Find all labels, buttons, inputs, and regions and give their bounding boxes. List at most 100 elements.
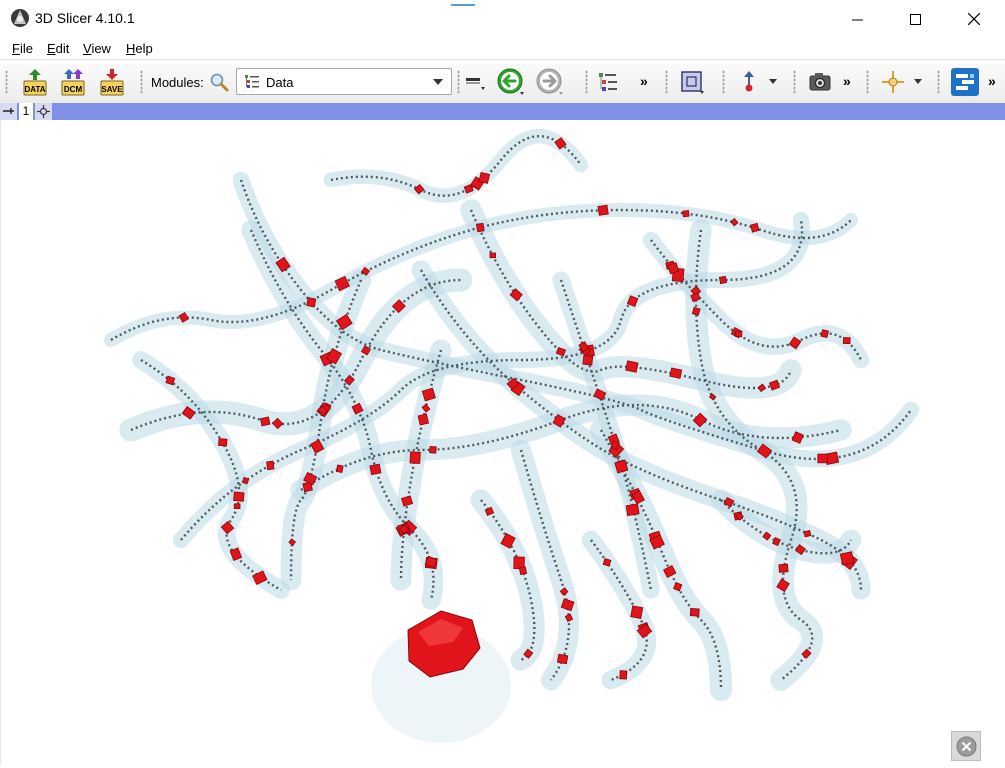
bifurcation-marker <box>218 438 228 447</box>
toolbar-overflow-chevron[interactable]: » <box>988 73 996 89</box>
toolbar-grip[interactable] <box>665 70 668 94</box>
bifurcation-marker <box>602 558 612 567</box>
menu-file[interactable]: File <box>12 41 33 56</box>
bifurcation-marker <box>803 530 812 538</box>
bifurcation-marker <box>233 491 245 502</box>
back-arrow-icon <box>497 68 524 95</box>
mouse-mode-button[interactable] <box>736 69 762 95</box>
toolbar-overflow-chevron[interactable]: » <box>843 73 851 89</box>
menu-view-rest: iew <box>91 41 111 56</box>
toolbar-grip[interactable] <box>793 70 796 94</box>
bifurcation-marker <box>306 297 317 308</box>
data-module-icon <box>245 75 259 88</box>
bifurcation-marker <box>475 222 485 233</box>
bifurcation-marker <box>842 337 851 345</box>
view-options-button[interactable] <box>35 103 52 120</box>
toolbar-overflow-chevron[interactable]: » <box>640 73 648 89</box>
bifurcation-marker <box>820 329 829 339</box>
pin-button[interactable] <box>0 103 17 120</box>
bifurcation-marker <box>669 367 683 379</box>
menu-file-mnemonic: F <box>12 41 20 56</box>
menu-view[interactable]: View <box>83 41 111 56</box>
module-search-button[interactable] <box>208 71 230 93</box>
bifurcation-marker <box>734 330 743 338</box>
save-button[interactable]: SAVE <box>97 67 127 97</box>
layout-icon <box>681 71 704 94</box>
close-window-button[interactable] <box>945 0 1003 38</box>
load-data-label: DATA <box>24 85 45 94</box>
menu-file-rest: ile <box>19 41 33 56</box>
load-dicom-label: DCM <box>64 85 83 94</box>
menu-help-mnemonic: H <box>126 41 136 56</box>
extension-manager-button[interactable] <box>949 66 981 98</box>
menu-help-rest: elp <box>135 41 153 56</box>
bifurcation-marker <box>335 464 344 474</box>
data-probe-button[interactable] <box>596 70 620 94</box>
menu-edit[interactable]: Edit <box>47 41 69 56</box>
hierarchy-list-icon <box>599 73 617 91</box>
bifurcation-marker <box>266 460 275 471</box>
chevron-down-icon <box>433 79 443 85</box>
vessel-surface <box>642 231 870 369</box>
view-number: 1 <box>19 103 33 120</box>
screen-capture-button[interactable] <box>806 69 834 95</box>
save-icon: SAVE <box>100 69 124 96</box>
large-bifurcation-marker <box>371 610 511 743</box>
close-icon <box>968 13 980 25</box>
vessel-surface <box>470 489 545 671</box>
toolbar-grip[interactable] <box>585 70 588 94</box>
crosshair-button[interactable] <box>879 68 907 96</box>
toolbar-grip[interactable] <box>140 70 143 94</box>
bifurcation-marker <box>689 607 700 617</box>
camera-icon <box>809 73 831 91</box>
load-data-icon: DATA <box>23 69 47 96</box>
previous-module-button[interactable] <box>496 67 526 97</box>
vessel-surface <box>323 129 589 203</box>
toolbar-grip[interactable] <box>722 70 725 94</box>
bifurcation-marker <box>691 306 701 316</box>
bifurcation-marker <box>718 275 727 285</box>
toolbar-grip[interactable] <box>937 70 940 94</box>
toolbar-grip[interactable] <box>457 70 460 94</box>
title-grip <box>451 4 475 6</box>
load-data-button[interactable]: DATA <box>20 67 50 97</box>
bifurcation-marker <box>518 566 528 576</box>
chevron-down-icon[interactable] <box>914 79 922 84</box>
bifurcation-marker <box>619 670 628 680</box>
view-controller-bar: 1 <box>0 103 1005 120</box>
bifurcation-marker <box>630 605 644 619</box>
load-dicom-button[interactable]: DCM <box>58 67 88 97</box>
modules-label: Modules: <box>151 75 204 90</box>
bifurcation-marker <box>489 252 496 259</box>
maximize-icon <box>909 13 921 25</box>
menu-edit-mnemonic: E <box>47 41 56 56</box>
next-module-button[interactable] <box>535 67 565 97</box>
title-bar: 3D Slicer 4.10.1 <box>0 0 1005 38</box>
close-overlay-button[interactable] <box>951 731 981 761</box>
bifurcation-marker <box>233 503 241 509</box>
minimize-button[interactable] <box>828 0 886 38</box>
search-icon <box>210 73 229 92</box>
slicer-logo-icon <box>11 9 29 27</box>
module-history-button[interactable] <box>463 71 487 93</box>
bifurcation-marker <box>778 563 789 573</box>
bifurcation-marker <box>409 451 421 464</box>
close-circle-icon <box>956 736 977 757</box>
vessel-tree-render[interactable] <box>1 120 1005 765</box>
layout-button[interactable] <box>677 68 707 96</box>
selected-module: Data <box>266 75 294 90</box>
save-label: SAVE <box>101 85 123 94</box>
3d-view[interactable] <box>0 120 1005 765</box>
bifurcation-marker <box>682 210 690 218</box>
menu-help[interactable]: Help <box>126 41 153 56</box>
module-selector[interactable]: Data <box>236 68 452 95</box>
minimize-icon <box>851 19 863 20</box>
maximize-button[interactable] <box>886 0 944 38</box>
bifurcation-marker <box>817 453 828 464</box>
bifurcation-marker <box>556 653 569 665</box>
chevron-down-icon[interactable] <box>769 79 777 84</box>
bifurcation-marker <box>839 551 855 566</box>
toolbar-grip[interactable] <box>5 70 8 94</box>
toolbar-grip[interactable] <box>866 70 869 94</box>
main-toolbar: DATA DCM SAVE Modules: Data » » » <box>0 59 1005 104</box>
